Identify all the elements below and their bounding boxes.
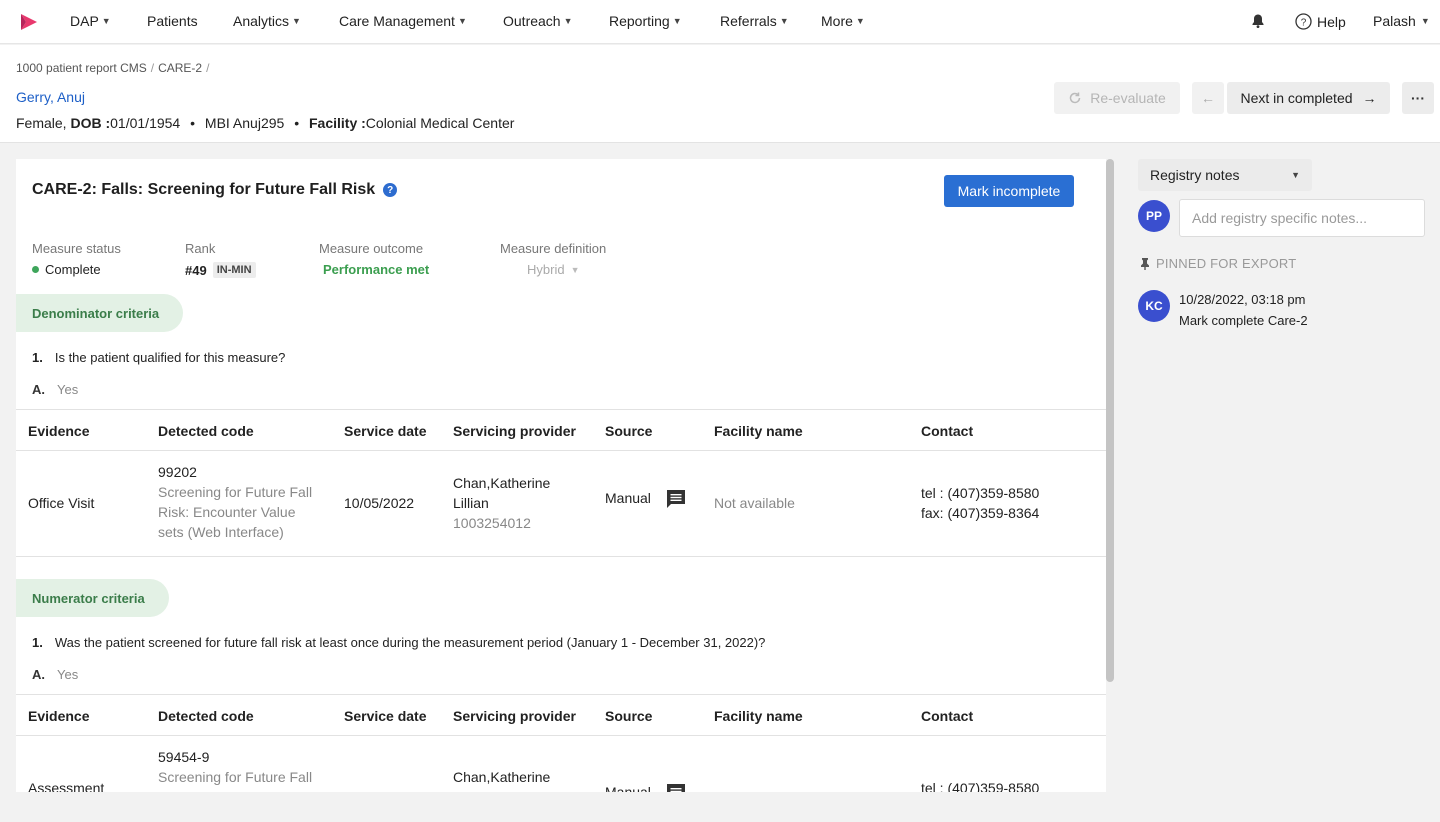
previous-button[interactable]: ←	[1192, 82, 1224, 114]
chevron-down-icon: ▼	[1420, 16, 1430, 26]
status-dot-icon	[32, 266, 39, 273]
app-logo-icon[interactable]	[18, 11, 40, 33]
help-label: Help	[1317, 13, 1346, 30]
main-scrollbar[interactable]	[1106, 159, 1114, 682]
nav-analytics[interactable]: Analytics ▼	[233, 13, 301, 29]
chevron-down-icon: ▼	[292, 16, 301, 26]
chevron-down-icon: ▼	[563, 16, 573, 26]
denominator-table-header: Evidence Detected code Service date Serv…	[16, 409, 1106, 451]
top-navigation: DAP ▼ Patients Analytics ▼ Care Management…	[0, 0, 1440, 44]
chevron-down-icon: ▼	[570, 264, 580, 275]
arrow-right-icon: →	[1362, 90, 1377, 106]
svg-text:?: ?	[1301, 17, 1307, 28]
nav-patients[interactable]: Patients	[147, 13, 198, 29]
numerator-table-header: Evidence Detected code Service date Serv…	[16, 694, 1106, 736]
chevron-down-icon: ▼	[672, 16, 682, 26]
nav-reporting[interactable]: Reporting ▼	[609, 13, 682, 29]
nav-referrals[interactable]: Referrals ▼	[720, 13, 789, 29]
question-circle-icon: ?	[1295, 13, 1312, 30]
comment-icon[interactable]	[665, 488, 687, 510]
refresh-icon	[1070, 92, 1081, 104]
info-icon[interactable]: ?	[383, 183, 398, 197]
patient-name-link[interactable]: Gerry, Anuj	[16, 89, 85, 105]
table-row: Assessment 59454-9 Screening for Future …	[16, 736, 1106, 792]
bell-icon	[1252, 14, 1264, 28]
note-author-avatar: KC	[1138, 290, 1170, 322]
numerator-answer: A. Yes	[32, 667, 79, 682]
chevron-down-icon: ▼	[1291, 170, 1300, 180]
breadcrumb-measure[interactable]: CARE-2	[158, 61, 202, 75]
table-row: Office Visit 99202 Screening for Future …	[16, 451, 1106, 557]
chevron-down-icon: ▼	[101, 16, 111, 26]
nav-more[interactable]: More ▼	[821, 13, 865, 29]
notifications-button[interactable]	[1250, 13, 1266, 29]
measure-rank: Rank #49 IN-MIN	[185, 241, 256, 278]
measure-outcome: Measure outcome Performance met	[319, 241, 430, 277]
nav-dap[interactable]: DAP ▼	[70, 13, 111, 29]
registry-notes-input[interactable]	[1179, 199, 1425, 237]
measure-status: Measure status Complete	[32, 241, 121, 277]
comment-icon[interactable]	[665, 782, 687, 792]
patient-demographics: Female, DOB :01/01/1954 • MBI Anuj295 • …	[16, 115, 515, 131]
pin-icon	[1141, 257, 1149, 270]
next-in-completed-button[interactable]: Next in completed →	[1227, 82, 1390, 114]
avatar: PP	[1138, 200, 1170, 232]
definition-dropdown[interactable]: Hybrid ▼	[500, 262, 606, 277]
chevron-down-icon: ▼	[855, 16, 865, 26]
chevron-down-icon: ▼	[457, 16, 467, 26]
help-button[interactable]: ? Help	[1295, 13, 1346, 30]
mark-incomplete-button[interactable]: Mark incomplete	[944, 175, 1074, 207]
nav-care-management[interactable]: Care Management ▼	[339, 13, 467, 29]
denominator-question: 1. Is the patient qualified for this meas…	[32, 350, 286, 365]
numerator-criteria-pill: Numerator criteria	[16, 579, 169, 617]
nav-outreach[interactable]: Outreach ▼	[503, 13, 573, 29]
measure-card: CARE-2: Falls: Screening for Future Fall…	[16, 159, 1106, 792]
measure-definition: Measure definition Hybrid ▼	[500, 241, 607, 277]
chevron-down-icon: ▼	[779, 16, 789, 26]
denominator-criteria-pill: Denominator criteria	[16, 294, 183, 332]
note-timestamp: 10/28/2022, 03:18 pm	[1179, 292, 1306, 307]
rank-badge: IN-MIN	[212, 262, 256, 278]
breadcrumb-report[interactable]: 1000 patient report CMS	[16, 61, 147, 75]
breadcrumb: 1000 patient report CMS / CARE-2/	[16, 61, 210, 75]
arrow-left-icon: ←	[1201, 90, 1215, 106]
pinned-for-export-label: PINNED FOR EXPORT	[1140, 256, 1296, 271]
patient-header: 1000 patient report CMS / CARE-2/ Gerry, A…	[0, 45, 1440, 143]
measure-title: CARE-2: Falls: Screening for Future Fall…	[32, 181, 398, 199]
numerator-question: 1. Was the patient screened for future fa…	[32, 635, 766, 650]
registry-notes-dropdown[interactable]: Registry notes ▼	[1138, 159, 1312, 191]
user-menu[interactable]: Palash ▼	[1373, 13, 1430, 29]
user-name: Palash	[1373, 13, 1416, 29]
denominator-answer: A. Yes	[32, 382, 79, 397]
more-options-button[interactable]: ···	[1402, 82, 1434, 114]
note-text: Mark complete Care-2	[1179, 313, 1308, 328]
reevaluate-button[interactable]: Re-evaluate	[1054, 82, 1180, 114]
